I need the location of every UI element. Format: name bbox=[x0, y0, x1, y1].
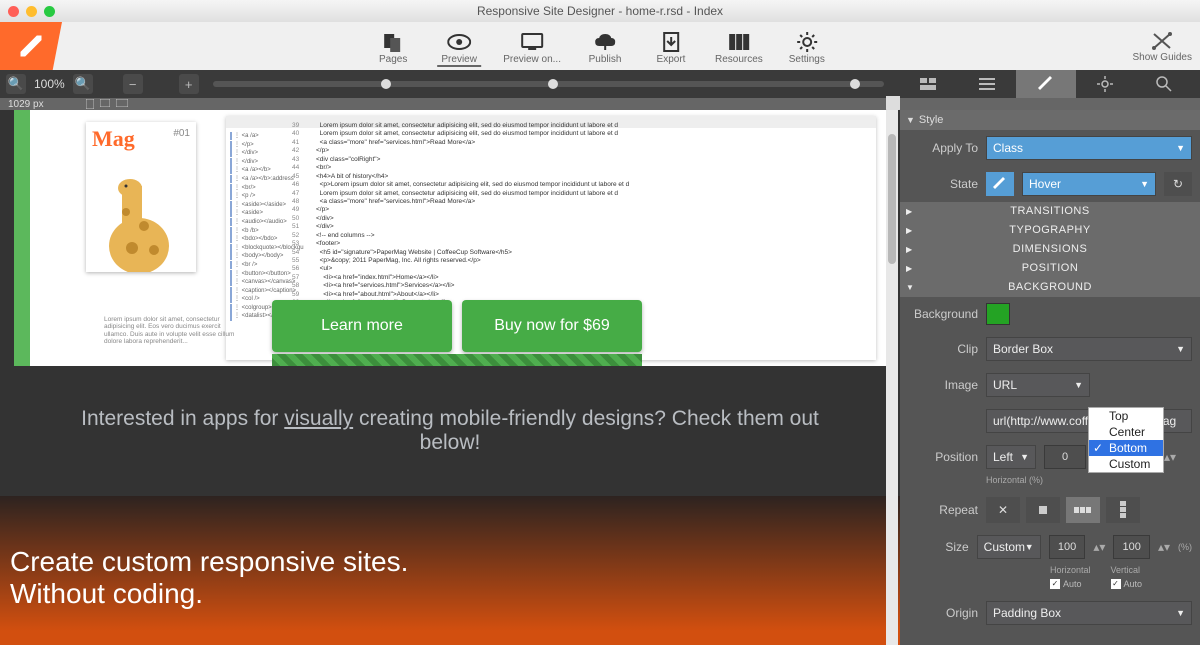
show-guides-button[interactable]: Show Guides bbox=[1133, 30, 1192, 63]
size-label: Size bbox=[908, 540, 969, 554]
app-logo[interactable] bbox=[0, 22, 62, 70]
main-toolbar: Pages Preview Preview on... Publish Expo… bbox=[0, 22, 1200, 70]
typography-accordion[interactable]: ▶TYPOGRAPHY bbox=[900, 221, 1200, 240]
position-accordion[interactable]: ▶POSITION bbox=[900, 259, 1200, 278]
zoom-level: 100% bbox=[34, 77, 65, 91]
settings-button[interactable]: Settings bbox=[785, 30, 829, 65]
state-reset-button[interactable]: ↻ bbox=[1164, 172, 1192, 196]
state-select[interactable]: Hover▼ bbox=[1022, 172, 1156, 196]
repeat-x-button[interactable] bbox=[1066, 497, 1100, 523]
minus-button[interactable]: − bbox=[123, 74, 143, 94]
image-type-select[interactable]: URL▼ bbox=[986, 373, 1090, 397]
phone-icon[interactable] bbox=[86, 99, 94, 109]
repeat-both-button[interactable] bbox=[1026, 497, 1060, 523]
image-label: Image bbox=[908, 378, 978, 392]
transitions-accordion[interactable]: ▶TRANSITIONS bbox=[900, 202, 1200, 221]
background-color-swatch[interactable] bbox=[986, 303, 1010, 325]
pages-button[interactable]: Pages bbox=[371, 30, 415, 65]
size-select[interactable]: Custom▼ bbox=[977, 535, 1041, 559]
ruler-bar: 1029 px bbox=[0, 98, 1200, 110]
position-horiz-value[interactable]: 0 bbox=[1044, 445, 1086, 469]
selection-hatch bbox=[272, 354, 642, 366]
origin-label: Origin bbox=[908, 606, 978, 620]
window-title: Responsive Site Designer - home-r.rsd - … bbox=[477, 4, 723, 18]
repeat-label: Repeat bbox=[908, 503, 978, 517]
state-label: State bbox=[908, 177, 978, 191]
apply-to-select[interactable]: Class▼ bbox=[986, 136, 1192, 160]
viewport-width: 1029 px bbox=[8, 99, 44, 110]
state-icon[interactable] bbox=[986, 172, 1014, 196]
canvas-scrollbar[interactable] bbox=[886, 110, 898, 645]
buy-now-button[interactable]: Buy now for $69 bbox=[462, 300, 642, 352]
giraffe-image bbox=[94, 176, 184, 272]
preview-button[interactable]: Preview bbox=[437, 30, 481, 67]
green-strip bbox=[14, 110, 30, 366]
hero-section: Create custom responsive sites. Without … bbox=[0, 496, 900, 645]
resources-button[interactable]: Resources bbox=[715, 30, 763, 65]
panel-tab-list[interactable] bbox=[957, 70, 1016, 98]
design-canvas[interactable]: Mag #01 ⋮ <a /a>⋮ </p>⋮ </div>⋮ </div>⋮ … bbox=[0, 110, 900, 645]
style-section-header[interactable]: ▼Style bbox=[900, 110, 1200, 130]
zoom-window-button[interactable] bbox=[44, 6, 55, 17]
size-h-auto-checkbox[interactable]: ✓Auto bbox=[1050, 579, 1082, 589]
dimensions-accordion[interactable]: ▶DIMENSIONS bbox=[900, 240, 1200, 259]
desktop-icon[interactable] bbox=[116, 99, 128, 107]
position-label: Position bbox=[908, 450, 978, 464]
plus-button[interactable]: + bbox=[179, 74, 199, 94]
window-titlebar: Responsive Site Designer - home-r.rsd - … bbox=[0, 0, 1200, 22]
publish-button[interactable]: Publish bbox=[583, 30, 627, 65]
preview-on-button[interactable]: Preview on... bbox=[503, 30, 561, 65]
background-accordion[interactable]: ▼BACKGROUND bbox=[900, 278, 1200, 297]
size-h-value[interactable]: 100 bbox=[1049, 535, 1086, 559]
clip-select[interactable]: Border Box▼ bbox=[986, 337, 1192, 361]
magazine-cover: Mag #01 bbox=[86, 122, 196, 272]
apply-to-label: Apply To bbox=[908, 141, 978, 155]
repeat-none-button[interactable]: ✕ bbox=[986, 497, 1020, 523]
size-v-auto-checkbox[interactable]: ✓Auto bbox=[1111, 579, 1143, 589]
zoom-out-icon[interactable]: 🔍 bbox=[6, 74, 26, 94]
style-panel: ▼Style Apply To Class▼ State Hover▼ ↻ ▶T… bbox=[900, 110, 1200, 645]
position-vert-dropdown[interactable]: Top Center ✓Bottom Custom bbox=[1088, 407, 1164, 473]
size-v-value[interactable]: 100 bbox=[1113, 535, 1150, 559]
horiz-sublabel: Horizontal (%) bbox=[986, 475, 1043, 485]
panel-tab-layout[interactable] bbox=[898, 70, 957, 98]
origin-select[interactable]: Padding Box▼ bbox=[986, 601, 1192, 625]
learn-more-button[interactable]: Learn more bbox=[272, 300, 452, 352]
export-button[interactable]: Export bbox=[649, 30, 693, 65]
breakpoint-timeline[interactable] bbox=[213, 81, 884, 87]
panel-tab-search[interactable] bbox=[1135, 70, 1194, 98]
background-label: Background bbox=[908, 307, 978, 321]
tablet-icon[interactable] bbox=[100, 99, 110, 107]
repeat-y-button[interactable] bbox=[1106, 497, 1140, 523]
panel-tab-style[interactable] bbox=[1016, 70, 1075, 98]
panel-tab-settings[interactable] bbox=[1076, 70, 1135, 98]
zoom-in-icon[interactable]: 🔍 bbox=[73, 74, 93, 94]
zoom-bar: 🔍 100% 🔍 − + bbox=[0, 70, 1200, 98]
lorem-text: Lorem ipsum dolor sit amet, consectetur … bbox=[104, 316, 244, 346]
promo-text: Interested in apps for visually creating… bbox=[0, 366, 900, 496]
clip-label: Clip bbox=[908, 342, 978, 356]
position-horiz-select[interactable]: Left▼ bbox=[986, 445, 1036, 469]
close-window-button[interactable] bbox=[8, 6, 19, 17]
minimize-window-button[interactable] bbox=[26, 6, 37, 17]
